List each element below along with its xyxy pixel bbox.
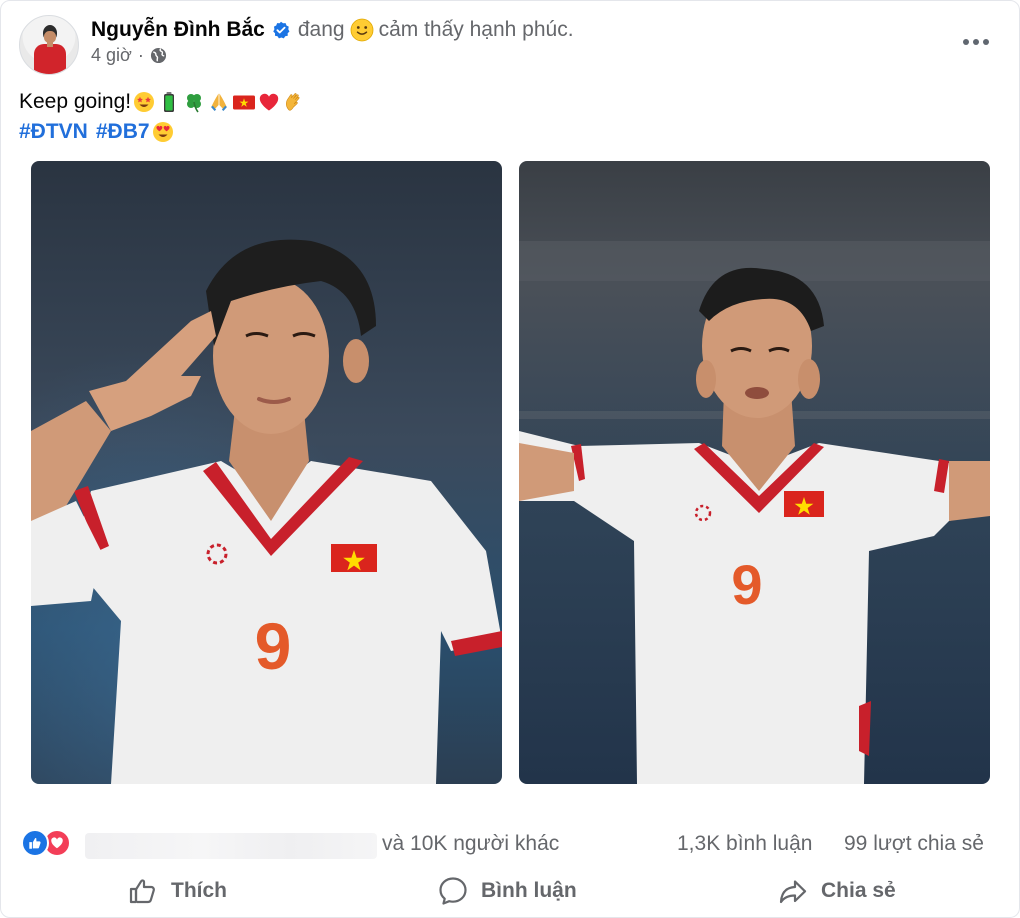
post-card: Nguyễn Đình Bắc đang cảm thấy hạnh phúc.… — [0, 0, 1020, 918]
post-header: Nguyễn Đình Bắc đang cảm thấy hạnh phúc. — [91, 15, 574, 45]
clapping-hands-icon — [283, 91, 305, 113]
post-photo-1[interactable]: 9 — [31, 161, 502, 784]
comment-button-label: Bình luận — [481, 879, 577, 902]
post-text: Keep going! #ĐTVN #ĐB7 — [19, 87, 305, 147]
like-reaction-icon — [21, 829, 49, 857]
dot-icon — [973, 39, 979, 45]
folded-hands-icon — [208, 91, 230, 113]
slightly-smiling-face-icon — [350, 18, 374, 42]
red-heart-icon — [258, 91, 280, 113]
feeling-text[interactable]: cảm thấy hạnh phúc. — [379, 18, 574, 42]
post-message: Keep going! — [19, 90, 132, 113]
jersey-number: 9 — [255, 609, 292, 683]
post-meta: 4 giờ · — [91, 45, 167, 66]
comment-button[interactable]: Bình luận — [437, 869, 577, 913]
blurred-reactor-names — [85, 833, 377, 859]
jersey-number: 9 — [731, 553, 762, 616]
author-avatar[interactable] — [19, 15, 79, 75]
hashtag-db7[interactable]: #ĐB7 — [96, 117, 150, 147]
battery-icon — [158, 91, 180, 113]
reaction-icons[interactable] — [21, 829, 71, 857]
share-button-label: Chia sẻ — [821, 879, 896, 902]
like-button-label: Thích — [171, 879, 227, 902]
emoji-row — [133, 91, 305, 113]
hashtag-list: #ĐTVN #ĐB7 — [19, 117, 305, 147]
share-button[interactable]: Chia sẻ — [777, 869, 896, 913]
share-arrow-icon — [779, 880, 807, 904]
feeling-prefix: đang — [297, 18, 345, 41]
comment-bubble-icon — [439, 877, 467, 905]
player-arms-wide-photo: 9 — [519, 241, 990, 784]
four-leaf-clover-icon — [183, 91, 205, 113]
thumbs-up-icon — [129, 879, 155, 904]
like-button[interactable]: Thích — [127, 869, 227, 913]
hashtag-dtvn[interactable]: #ĐTVN — [19, 117, 88, 147]
smiling-face-heart-eyes-icon — [152, 121, 174, 143]
more-options-button[interactable] — [959, 29, 993, 55]
verified-badge-icon — [272, 21, 290, 39]
star-struck-emoji-icon — [133, 91, 155, 113]
post-photo-2[interactable]: 9 — [519, 161, 990, 784]
comments-count[interactable]: 1,3K bình luận — [677, 832, 812, 856]
author-name[interactable]: Nguyễn Đình Bắc — [91, 18, 265, 42]
dot-icon — [983, 39, 989, 45]
globe-icon[interactable] — [150, 47, 167, 64]
meta-separator: · — [137, 45, 144, 65]
shares-count[interactable]: 99 lượt chia sẻ — [844, 832, 984, 856]
reaction-count-text[interactable]: và 10K người khác — [382, 832, 559, 856]
post-timestamp[interactable]: 4 giờ — [91, 45, 132, 66]
player-saluting-photo: 9 — [31, 161, 502, 784]
dot-icon — [963, 39, 969, 45]
vietnam-flag-icon — [233, 91, 256, 113]
